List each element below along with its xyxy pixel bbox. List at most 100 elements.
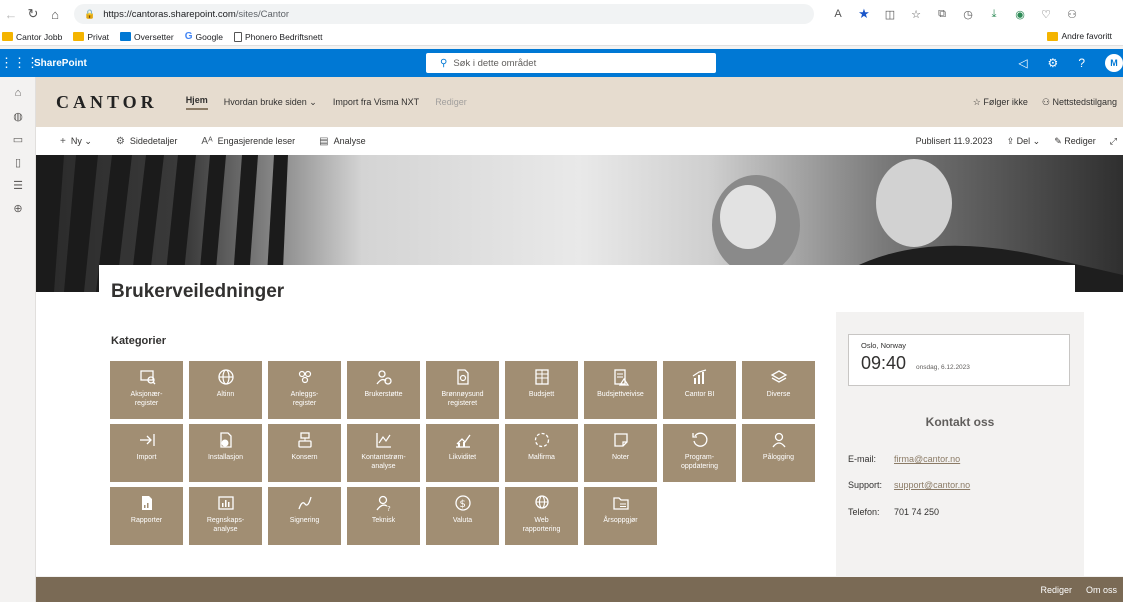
home-icon[interactable]: ⌂ — [0, 82, 36, 104]
favorite-google[interactable]: G Google — [185, 31, 223, 42]
category-tile-program-oppdatering[interactable]: Program- oppdatering — [663, 424, 736, 482]
category-tile-årsoppgjør[interactable]: Årsoppgjør — [584, 487, 657, 545]
site-header: CANTOR Hjem Hvordan bruke siden ⌄ Import… — [36, 77, 1123, 127]
footer-edit-link[interactable]: Rediger — [1040, 585, 1072, 595]
chevron-down-icon: ⌄ — [309, 96, 317, 107]
nav-hjem[interactable]: Hjem — [185, 95, 208, 110]
other-favorites[interactable]: Andre favoritt — [1047, 31, 1112, 41]
browser-essentials-icon[interactable]: ♡ — [1036, 4, 1056, 24]
globe-icon[interactable]: ◍ — [0, 105, 36, 127]
category-tile-budsjettveivise[interactable]: Budsjettveivise — [584, 361, 657, 419]
extension-icon[interactable]: ◉ — [1010, 4, 1030, 24]
category-tile-budsjett[interactable]: Budsjett — [505, 361, 578, 419]
help-icon[interactable]: ? — [1078, 56, 1085, 70]
site-access-button[interactable]: ⚇ Nettstedstilgang — [1042, 97, 1117, 108]
category-tile-brønnøysund-registeret[interactable]: Brønnøysund registeret — [426, 361, 499, 419]
support-link[interactable]: support@cantor.no — [894, 480, 970, 490]
nav-hvordan-bruke-siden[interactable]: Hvordan bruke siden ⌄ — [224, 97, 317, 108]
clock-date: onsdag, 6.12.2023 — [916, 364, 970, 371]
category-tile-valuta[interactable]: $ Valuta — [426, 487, 499, 545]
split-screen-icon[interactable]: ◫ — [880, 4, 900, 24]
category-tile-pålogging[interactable]: Pålogging — [742, 424, 815, 482]
category-tile-kontantstrøm-analyse[interactable]: Kontantstrøm- analyse — [347, 424, 420, 482]
email-label: E-mail: — [848, 454, 877, 464]
world-clock: Oslo, Norway 09:40 onsdag, 6.12.2023 — [848, 334, 1070, 386]
site-logo[interactable]: CANTOR — [56, 92, 158, 113]
new-button[interactable]: + Ny ⌄ — [60, 136, 92, 147]
home-icon[interactable]: ⌂ — [44, 3, 66, 25]
category-tile-noter[interactable]: Noter — [584, 424, 657, 482]
category-tile-label: Malfirma — [528, 454, 555, 461]
download-icon[interactable]: ⤓ — [984, 4, 1004, 24]
category-tile-aksjonær-register[interactable]: Aksjonær- register — [110, 361, 183, 419]
category-tile-rapporter[interactable]: Rapporter — [110, 487, 183, 545]
favorites-icon[interactable]: ☆ — [906, 4, 926, 24]
category-tile-web-rapportering[interactable]: Web rapportering — [505, 487, 578, 545]
clock-city: Oslo, Norway — [861, 341, 907, 350]
category-tile-likviditet[interactable]: Likviditet — [426, 424, 499, 482]
favorite-cantor-jobb[interactable]: Cantor Jobb — [2, 32, 62, 42]
megaphone-icon[interactable]: ◁ — [1018, 56, 1027, 70]
nav-import-visma[interactable]: Import fra Visma NXT — [333, 97, 419, 107]
category-tile-teknisk[interactable]: ? Teknisk — [347, 487, 420, 545]
immersive-reader-button[interactable]: Aᴬ Engasjerende leser — [201, 136, 295, 147]
nav-edit[interactable]: Rediger — [435, 97, 467, 107]
back-icon[interactable]: ← — [0, 3, 22, 25]
file-icon[interactable]: ▯ — [0, 151, 36, 173]
category-tile-label: Brukerstøtte — [364, 391, 403, 398]
favorite-oversetter[interactable]: Oversetter — [120, 32, 174, 42]
read-aloud-icon[interactable]: A — [828, 4, 848, 24]
category-tile-label: Likviditet — [448, 454, 477, 461]
url-path: /sites/Cantor — [235, 8, 290, 20]
category-tile-anleggs-register[interactable]: Anleggs- register — [268, 361, 341, 419]
favorite-privat[interactable]: Privat — [73, 32, 109, 42]
share-button[interactable]: ⇪ Del ⌄ — [1007, 136, 1041, 147]
follow-button[interactable]: ☆ Følger ikke — [973, 97, 1028, 108]
category-tile-label: Diverse — [766, 391, 791, 398]
page-content: Brukerveiledninger Kategorier Aksjonær- … — [36, 265, 1123, 580]
category-tile-malfirma[interactable]: Malfirma — [505, 424, 578, 482]
gear-icon[interactable]: ⚙ — [1048, 56, 1059, 70]
create-icon[interactable]: ⊕ — [0, 197, 36, 219]
category-tile-cantor-bi[interactable]: Cantor BI — [663, 361, 736, 419]
category-tile-konsern[interactable]: Konsern — [268, 424, 341, 482]
address-bar[interactable]: 🔒 https://cantoras.sharepoint.com/sites/… — [74, 4, 814, 24]
signature-icon — [295, 493, 315, 513]
refresh-icon[interactable]: ↻ — [22, 3, 44, 25]
site-search-input[interactable]: ⚲ Søk i dette området — [426, 53, 716, 73]
category-tile-installasjon[interactable]: Installasjon — [189, 424, 262, 482]
sharepoint-title[interactable]: SharePoint — [34, 58, 87, 69]
category-tile-label: Altinn — [216, 391, 235, 398]
email-link[interactable]: firma@cantor.no — [894, 454, 960, 464]
category-tile-diverse[interactable]: Diverse — [742, 361, 815, 419]
avatar[interactable]: M — [1105, 54, 1123, 72]
url-host: https://cantoras.sharepoint.com — [103, 8, 236, 20]
category-tile-label: Valuta — [452, 517, 473, 524]
favorite-phonero[interactable]: Phonero Bedriftsnett — [233, 31, 322, 42]
profile-icon[interactable]: ⚇ — [1062, 4, 1082, 24]
list-icon[interactable]: ☰ — [0, 174, 36, 196]
page-details-button[interactable]: ⚙ Sidedetaljer — [116, 136, 178, 147]
history-icon[interactable]: ◷ — [958, 4, 978, 24]
app-launcher-icon[interactable]: ⋮⋮⋮ — [0, 55, 39, 71]
login-person-icon — [769, 430, 789, 450]
collections-icon[interactable]: ⧉ — [932, 4, 952, 24]
expand-icon[interactable]: ⤢ — [1110, 136, 1117, 147]
svg-text:$: $ — [459, 499, 465, 510]
news-icon[interactable]: ▭ — [0, 128, 36, 150]
category-tile-signering[interactable]: Signering — [268, 487, 341, 545]
edit-button[interactable]: ✎ Rediger — [1054, 136, 1096, 147]
currency-icon: $ — [453, 493, 473, 513]
category-tile-regnskaps-analyse[interactable]: Regnskaps- analyse — [189, 487, 262, 545]
page-title: Brukerveiledninger — [111, 281, 285, 302]
analytics-button[interactable]: ▤ Analyse — [319, 136, 365, 147]
published-status: Publisert 11.9.2023 — [915, 136, 993, 146]
favorite-star-icon[interactable]: ★ — [854, 4, 874, 24]
category-tile-import[interactable]: Import — [110, 424, 183, 482]
footer-about-link[interactable]: Om oss — [1086, 585, 1117, 595]
document-search-icon — [453, 367, 473, 387]
category-tile-brukerstøtte[interactable]: Brukerstøtte — [347, 361, 420, 419]
contact-phone-row: Telefon: 701 74 250 — [848, 507, 939, 517]
category-tile-label: Installasjon — [207, 454, 244, 461]
category-tile-altinn[interactable]: Altinn — [189, 361, 262, 419]
